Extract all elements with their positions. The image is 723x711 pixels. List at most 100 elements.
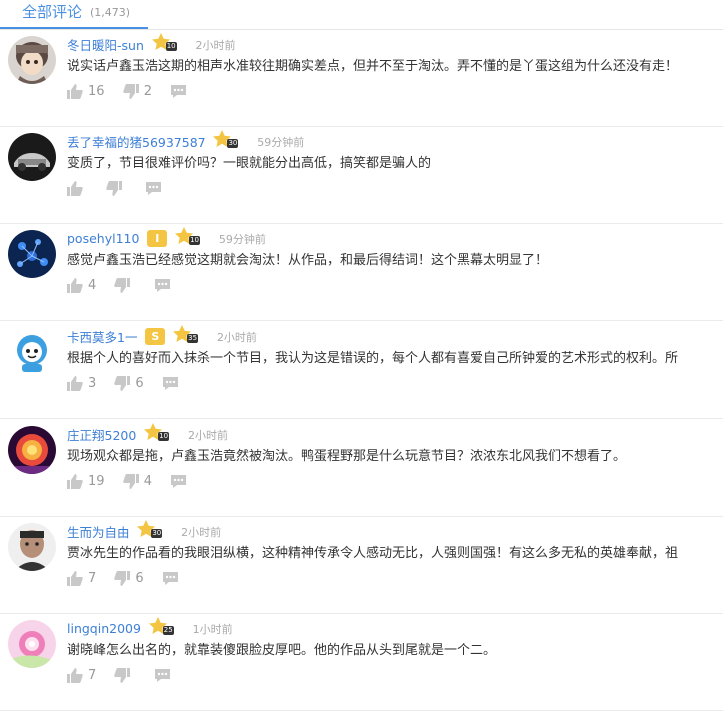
level-badge: 30 (213, 130, 239, 153)
reply-icon (154, 278, 171, 293)
username-link[interactable]: 冬日暖阳-sun (67, 38, 144, 53)
thumbs-up-icon (67, 474, 83, 489)
like-button[interactable]: 4 (67, 278, 96, 293)
username-link[interactable]: posehyl110 (67, 231, 139, 246)
thumbs-up-icon (67, 278, 83, 293)
like-button[interactable] (67, 181, 88, 196)
comment-item: 丢了幸福的猪56937587 30 59分钟前 变质了，节目很难评价吗？一眼就能… (0, 127, 723, 224)
comment-text: 贾冰先生的作品看的我眼泪纵横，这种精神传承令人感动无比，人强则国强！有这么多无私… (67, 546, 679, 561)
comment-text: 感觉卢鑫玉浩已经感觉这期就会淘汰！从作品，和最后得结词！这个黑幕太明显了！ (67, 253, 549, 268)
reply-button[interactable] (162, 571, 179, 586)
thumbs-down-icon (114, 571, 131, 586)
comment-meta: 冬日暖阳-sun 10 2小时前 (67, 33, 236, 53)
comment-time: 2小时前 (187, 428, 228, 442)
avatar[interactable] (8, 620, 56, 668)
reply-icon (170, 84, 187, 99)
comments-count: (1,473) (90, 6, 131, 19)
level-badge-number: 30 (227, 139, 239, 148)
comment-time: 59分钟前 (218, 232, 266, 246)
comment-time: 2小时前 (195, 38, 236, 52)
reply-icon (170, 474, 187, 489)
username-link[interactable]: 生而为自由 (67, 525, 130, 540)
username-link[interactable]: 庄正翔5200 (67, 428, 136, 443)
username-link[interactable]: 丢了幸福的猪56937587 (67, 135, 206, 150)
thumbs-up-icon (67, 668, 83, 683)
level-badge: 10 (144, 423, 170, 446)
reply-icon (145, 181, 162, 196)
dislike-button[interactable]: 6 (114, 376, 144, 391)
comment-actions: 7 (67, 668, 185, 686)
like-count: 7 (88, 668, 97, 683)
comments-tab-title[interactable]: 全部评论 (22, 1, 82, 22)
dislike-button[interactable]: 2 (122, 84, 152, 99)
reply-icon (162, 376, 179, 391)
avatar[interactable] (8, 328, 56, 376)
comment-meta: posehyl110 I 10 59分钟前 (67, 227, 266, 247)
comment-item: 生而为自由 30 2小时前 贾冰先生的作品看的我眼泪纵横，这种精神传承令人感动无… (0, 517, 723, 614)
thumbs-down-icon (114, 376, 131, 391)
thumbs-down-icon (106, 181, 123, 196)
reply-button[interactable] (162, 376, 179, 391)
comment-time: 59分钟前 (257, 135, 305, 149)
thumbs-up-icon (67, 181, 83, 196)
level-badge-number: 35 (187, 334, 199, 343)
like-button[interactable]: 7 (67, 668, 96, 683)
comment-actions (67, 181, 176, 199)
comments-header: 全部评论 (1,473) (0, 0, 723, 30)
dislike-button[interactable]: 6 (114, 571, 144, 586)
comment-actions: 16 2 (67, 84, 201, 102)
level-badge-number: 10 (165, 42, 177, 51)
reply-button[interactable] (145, 181, 162, 196)
reply-button[interactable] (170, 84, 187, 99)
comment-divider (0, 320, 723, 321)
like-button[interactable]: 16 (67, 84, 105, 99)
comment-divider (0, 418, 723, 419)
like-button[interactable]: 3 (67, 376, 96, 391)
reply-button[interactable] (170, 474, 187, 489)
like-button[interactable]: 19 (67, 474, 105, 489)
comment-text: 变质了，节目很难评价吗？一眼就能分出高低，搞笑都是骗人的 (67, 156, 432, 171)
avatar[interactable] (8, 523, 56, 571)
thumbs-down-icon (114, 668, 131, 683)
vip-badge: S (145, 328, 166, 345)
thumbs-up-icon (67, 571, 83, 586)
dislike-button[interactable]: 4 (122, 474, 152, 489)
dislike-count: 6 (135, 376, 144, 391)
thumbs-down-icon (114, 278, 131, 293)
comment-time: 2小时前 (181, 525, 222, 539)
reply-button[interactable] (154, 278, 171, 293)
level-badge: 10 (151, 33, 178, 56)
thumbs-up-icon (67, 84, 83, 99)
thumbs-down-icon (122, 474, 139, 489)
level-badge: 35 (173, 325, 199, 348)
username-link[interactable]: lingqin2009 (67, 621, 141, 636)
level-badge-number: 10 (158, 432, 170, 441)
dislike-count: 6 (135, 571, 144, 586)
thumbs-down-icon (122, 84, 139, 99)
comment-actions: 4 (67, 278, 185, 296)
thumbs-up-icon (67, 376, 83, 391)
dislike-button[interactable] (114, 278, 135, 293)
avatar[interactable] (8, 36, 56, 84)
username-link[interactable]: 卡西莫多1一 (67, 330, 137, 345)
like-button[interactable]: 7 (67, 571, 96, 586)
comment-actions: 7 6 (67, 571, 193, 589)
dislike-count: 4 (143, 474, 152, 489)
level-badge: 25 (148, 617, 175, 640)
dislike-button[interactable] (114, 668, 135, 683)
level-badge-number: 30 (151, 529, 163, 538)
reply-icon (154, 668, 171, 683)
reply-button[interactable] (154, 668, 171, 683)
comment-item: lingqin2009 25 1小时前 谢晓峰怎么出名的，就靠装傻跟脸皮厚吧。他… (0, 614, 723, 711)
avatar[interactable] (8, 426, 56, 474)
comment-meta: 丢了幸福的猪56937587 30 59分钟前 (67, 130, 305, 150)
avatar[interactable] (8, 133, 56, 181)
dislike-button[interactable] (106, 181, 127, 196)
avatar[interactable] (8, 230, 56, 278)
like-count: 7 (88, 571, 97, 586)
comment-meta: 卡西莫多1一 S 35 2小时前 (67, 325, 257, 345)
level-badge-number: 25 (162, 626, 174, 635)
comment-item: 卡西莫多1一 S 35 2小时前 根据个人的喜好而入抹杀一个节目，我认为这是错误… (0, 322, 723, 419)
like-count: 16 (88, 84, 105, 99)
comment-text: 谢晓峰怎么出名的，就靠装傻跟脸皮厚吧。他的作品从头到尾就是一个二。 (67, 643, 497, 658)
